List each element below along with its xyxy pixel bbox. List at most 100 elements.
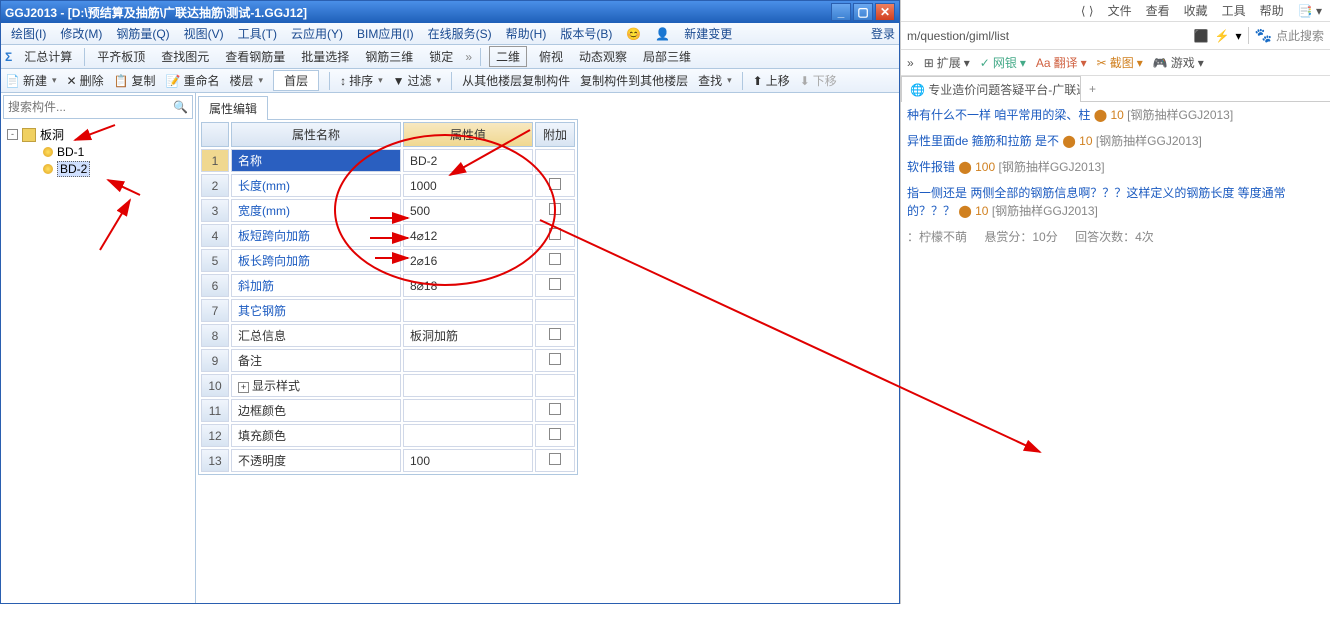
new-tab-button[interactable]: + (1081, 78, 1104, 100)
prop-extra[interactable] (535, 424, 575, 447)
tb2-copyfrom[interactable]: 从其他楼层复制构件 (462, 72, 570, 89)
prop-extra[interactable] (535, 149, 575, 172)
prop-value[interactable]: 板洞加筋 (403, 324, 533, 347)
tb2-filter[interactable]: ▼ 过滤 (393, 72, 441, 89)
btb-ext[interactable]: ⊞ 扩展 ▾ (924, 54, 970, 71)
tb2-del[interactable]: ✕ 删除 (67, 72, 104, 89)
search-icon[interactable]: 🔍 (173, 100, 188, 114)
tb-top[interactable]: 俯视 (535, 46, 567, 67)
search-area[interactable]: 🐾点此搜索 (1248, 27, 1324, 44)
minimize-button[interactable]: _ (831, 3, 851, 21)
bm-file[interactable]: 文件 (1108, 2, 1132, 19)
prop-name[interactable]: 不透明度 (231, 449, 401, 472)
expand-icon[interactable]: - (7, 129, 18, 140)
table-row[interactable]: 6 斜加筋 8⌀18 (201, 274, 575, 297)
btb-game[interactable]: 🎮 游戏 ▾ (1153, 54, 1204, 71)
qa-item[interactable]: 种有什么不一样 咱平常用的梁、柱 ⬤ 10 [钢筋抽样GGJ2013] (907, 106, 1324, 124)
prop-name[interactable]: 名称 (231, 149, 401, 172)
table-row[interactable]: 5 板长跨向加筋 2⌀16 (201, 249, 575, 272)
prop-extra[interactable] (535, 349, 575, 372)
tb-batch[interactable]: 批量选择 (297, 46, 353, 67)
tb-flat[interactable]: 平齐板顶 (93, 46, 149, 67)
floor-select[interactable]: 首层 (273, 70, 319, 91)
tb2-floor[interactable]: 楼层 (230, 72, 264, 89)
tree-root[interactable]: - 板洞 (7, 125, 189, 144)
qa-item[interactable]: 指一侧还是 两侧全部的钢筋信息啊？？？这样定义的钢筋长度 等度通常的？？？ ⬤ … (907, 184, 1324, 220)
login-link[interactable]: 登录 (871, 25, 895, 42)
menu-rebar[interactable]: 钢筋量(Q) (110, 23, 175, 44)
btb-trans[interactable]: Aа 翻译 ▾ (1036, 54, 1087, 71)
tb2-copyto[interactable]: 复制构件到其他楼层 (580, 72, 688, 89)
prop-extra[interactable] (535, 299, 575, 322)
menu-draw[interactable]: 绘图(I) (5, 23, 52, 44)
table-row[interactable]: 8 汇总信息 板洞加筋 (201, 324, 575, 347)
qa-item[interactable]: 异性里面de 箍筋和拉筋 是不 ⬤ 10 [钢筋抽样GGJ2013] (907, 132, 1324, 150)
prop-value[interactable] (403, 299, 533, 322)
more-icon[interactable]: » (465, 50, 472, 64)
menu-online[interactable]: 在线服务(S) (422, 23, 498, 44)
prop-name[interactable]: 边框颜色 (231, 399, 401, 422)
prop-extra[interactable] (535, 449, 575, 472)
bm-help[interactable]: 帮助 (1260, 2, 1284, 19)
prop-value[interactable]: 8⌀18 (403, 274, 533, 297)
prop-extra[interactable] (535, 174, 575, 197)
tb2-new[interactable]: 📄 新建 (5, 72, 57, 89)
prop-name[interactable]: +显示样式 (231, 374, 401, 397)
menu-view[interactable]: 视图(V) (178, 23, 230, 44)
table-row[interactable]: 11 边框颜色 (201, 399, 575, 422)
face-icon[interactable]: 😊 (620, 25, 647, 43)
prop-value[interactable]: 4⌀12 (403, 224, 533, 247)
tb-find[interactable]: 查找图元 (157, 46, 213, 67)
tb2-up[interactable]: ⬆ 上移 (753, 72, 790, 89)
tb2-rename[interactable]: 📝 重命名 (166, 72, 220, 89)
bm-more[interactable]: 📑 ▾ (1298, 4, 1322, 18)
flash-icon[interactable]: ⚡ (1215, 29, 1230, 43)
search-input[interactable] (8, 100, 173, 114)
bm-tools[interactable]: 工具 (1222, 2, 1246, 19)
prop-extra[interactable] (535, 399, 575, 422)
tb-lock[interactable]: 锁定 (425, 46, 457, 67)
bm-fav[interactable]: 收藏 (1184, 2, 1208, 19)
menu-cloud[interactable]: 云应用(Y) (285, 23, 349, 44)
table-row[interactable]: 13 不透明度 100 (201, 449, 575, 472)
user-icon[interactable]: 👤 (649, 25, 676, 43)
bm-view[interactable]: 查看 (1146, 2, 1170, 19)
tb-look[interactable]: 查看钢筋量 (221, 46, 289, 67)
prop-name[interactable]: 斜加筋 (231, 274, 401, 297)
tb-3d[interactable]: 钢筋三维 (361, 46, 417, 67)
prop-extra[interactable] (535, 324, 575, 347)
table-row[interactable]: 1 名称 BD-2 (201, 149, 575, 172)
menu-modify[interactable]: 修改(M) (54, 23, 108, 44)
table-row[interactable]: 7 其它钢筋 (201, 299, 575, 322)
tb-local[interactable]: 局部三维 (639, 46, 695, 67)
table-row[interactable]: 12 填充颜色 (201, 424, 575, 447)
table-row[interactable]: 10 +显示样式 (201, 374, 575, 397)
prop-value[interactable]: 2⌀16 (403, 249, 533, 272)
prop-name[interactable]: 长度(mm) (231, 174, 401, 197)
prop-extra[interactable] (535, 199, 575, 222)
search-box[interactable]: 🔍 (3, 95, 193, 119)
prop-name[interactable]: 板长跨向加筋 (231, 249, 401, 272)
menu-bim[interactable]: BIM应用(I) (351, 23, 420, 44)
prop-value[interactable]: 1000 (403, 174, 533, 197)
dropdown-icon[interactable]: ▾ (1236, 29, 1242, 43)
tb2-sort[interactable]: ↕ 排序 (340, 72, 383, 89)
close-button[interactable]: ✕ (875, 3, 895, 21)
prop-value[interactable]: BD-2 (403, 149, 533, 172)
prop-extra[interactable] (535, 274, 575, 297)
url-text[interactable]: m/question/giml/list (907, 29, 1188, 43)
prop-value[interactable] (403, 374, 533, 397)
prop-extra[interactable] (535, 374, 575, 397)
prop-value[interactable]: 500 (403, 199, 533, 222)
table-row[interactable]: 2 长度(mm) 1000 (201, 174, 575, 197)
browser-tab[interactable]: 🌐 专业造价问题答疑平台-广联达 (901, 76, 1081, 102)
tb2-find[interactable]: 查找 (698, 72, 732, 89)
prop-value[interactable] (403, 349, 533, 372)
prop-extra[interactable] (535, 224, 575, 247)
maximize-button[interactable]: ▢ (853, 3, 873, 21)
prop-name[interactable]: 备注 (231, 349, 401, 372)
tb2-copy[interactable]: 📋 复制 (114, 72, 156, 89)
btb-bank[interactable]: ✓ 网银 ▾ (980, 54, 1026, 71)
btb-shot[interactable]: ✂ 截图 ▾ (1097, 54, 1143, 71)
tb-sum[interactable]: 汇总计算 (20, 46, 76, 67)
